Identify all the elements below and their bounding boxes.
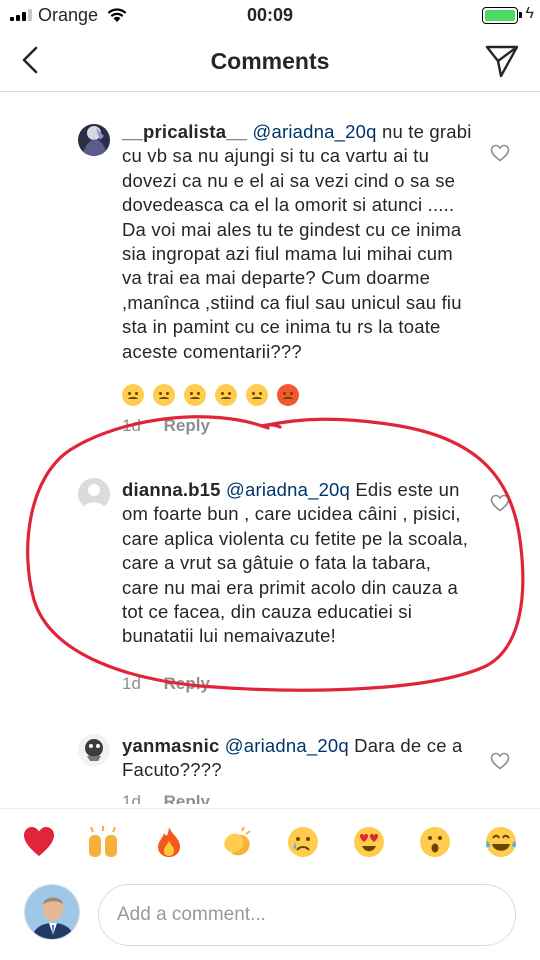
angry-face-icon: [215, 384, 237, 406]
comment-body: Edis este un om foarte bun , care ucidea…: [122, 479, 469, 647]
comment-meta: 1d Reply: [122, 792, 210, 804]
reply-button[interactable]: Reply: [164, 416, 210, 435]
page-title: Comments: [210, 48, 330, 74]
comment-mention[interactable]: @ariadna_20q: [226, 479, 350, 500]
angry-face-icon: [246, 384, 268, 406]
like-heart-icon[interactable]: [490, 144, 510, 162]
comment-username[interactable]: yanmasnic: [122, 735, 219, 756]
direct-send-icon[interactable]: [484, 43, 520, 79]
like-heart-icon[interactable]: [490, 752, 510, 770]
tears-of-joy-emoji-icon[interactable]: [484, 825, 518, 859]
comment-box[interactable]: [98, 884, 516, 946]
comment-time: 1d: [122, 416, 141, 435]
quick-emoji-bar: [0, 808, 540, 872]
status-bar: Orange 00:09 ϟ: [0, 0, 540, 30]
comment-username[interactable]: dianna.b15: [122, 479, 221, 500]
avatar[interactable]: [78, 478, 110, 510]
charging-icon: ϟ: [525, 5, 534, 22]
clapping-hands-emoji-icon[interactable]: [220, 825, 254, 859]
navigation-header: Comments: [0, 30, 540, 92]
comment-text: yanmasnic @ariadna_20q Dara de ce a Facu…: [122, 734, 472, 783]
comment-meta: 1d Reply: [122, 416, 210, 436]
avatar[interactable]: [78, 124, 110, 156]
raised-hands-emoji-icon[interactable]: [86, 825, 120, 859]
comment-body: nu te grabi cu vb sa nu ajungi si tu ca …: [122, 121, 472, 362]
comment-emoji-row: [122, 384, 299, 406]
persevering-face-icon: [122, 384, 144, 406]
comment-time: 1d: [122, 674, 141, 693]
disappointed-face-icon: [153, 384, 175, 406]
angry-face-icon: [184, 384, 206, 406]
heart-emoji-icon[interactable]: [22, 825, 56, 859]
comment-username[interactable]: __pricalista__: [122, 121, 247, 142]
comment-meta: 1d Reply: [122, 674, 210, 694]
comment-input-row: [0, 872, 540, 960]
pouting-face-icon: [277, 384, 299, 406]
comment-mention[interactable]: @ariadna_20q: [253, 121, 377, 142]
status-time: 00:09: [246, 5, 294, 25]
reply-button[interactable]: Reply: [164, 674, 210, 693]
comment-time: 1d: [122, 792, 141, 804]
comment-input[interactable]: [117, 899, 497, 931]
battery-icon: [482, 7, 522, 24]
user-avatar: [24, 884, 80, 940]
comment-text: __pricalista__ @ariadna_20q nu te grabi …: [122, 120, 472, 364]
fire-emoji-icon[interactable]: [152, 825, 186, 859]
reply-button[interactable]: Reply: [164, 792, 210, 804]
like-heart-icon[interactable]: [490, 494, 510, 512]
heart-eyes-emoji-icon[interactable]: [352, 825, 386, 859]
avatar[interactable]: [78, 734, 110, 766]
comment-mention[interactable]: @ariadna_20q: [225, 735, 349, 756]
surprised-face-emoji-icon[interactable]: [418, 825, 452, 859]
comment-text: dianna.b15 @ariadna_20q Edis este un om …: [122, 478, 472, 649]
crying-face-emoji-icon[interactable]: [286, 825, 320, 859]
